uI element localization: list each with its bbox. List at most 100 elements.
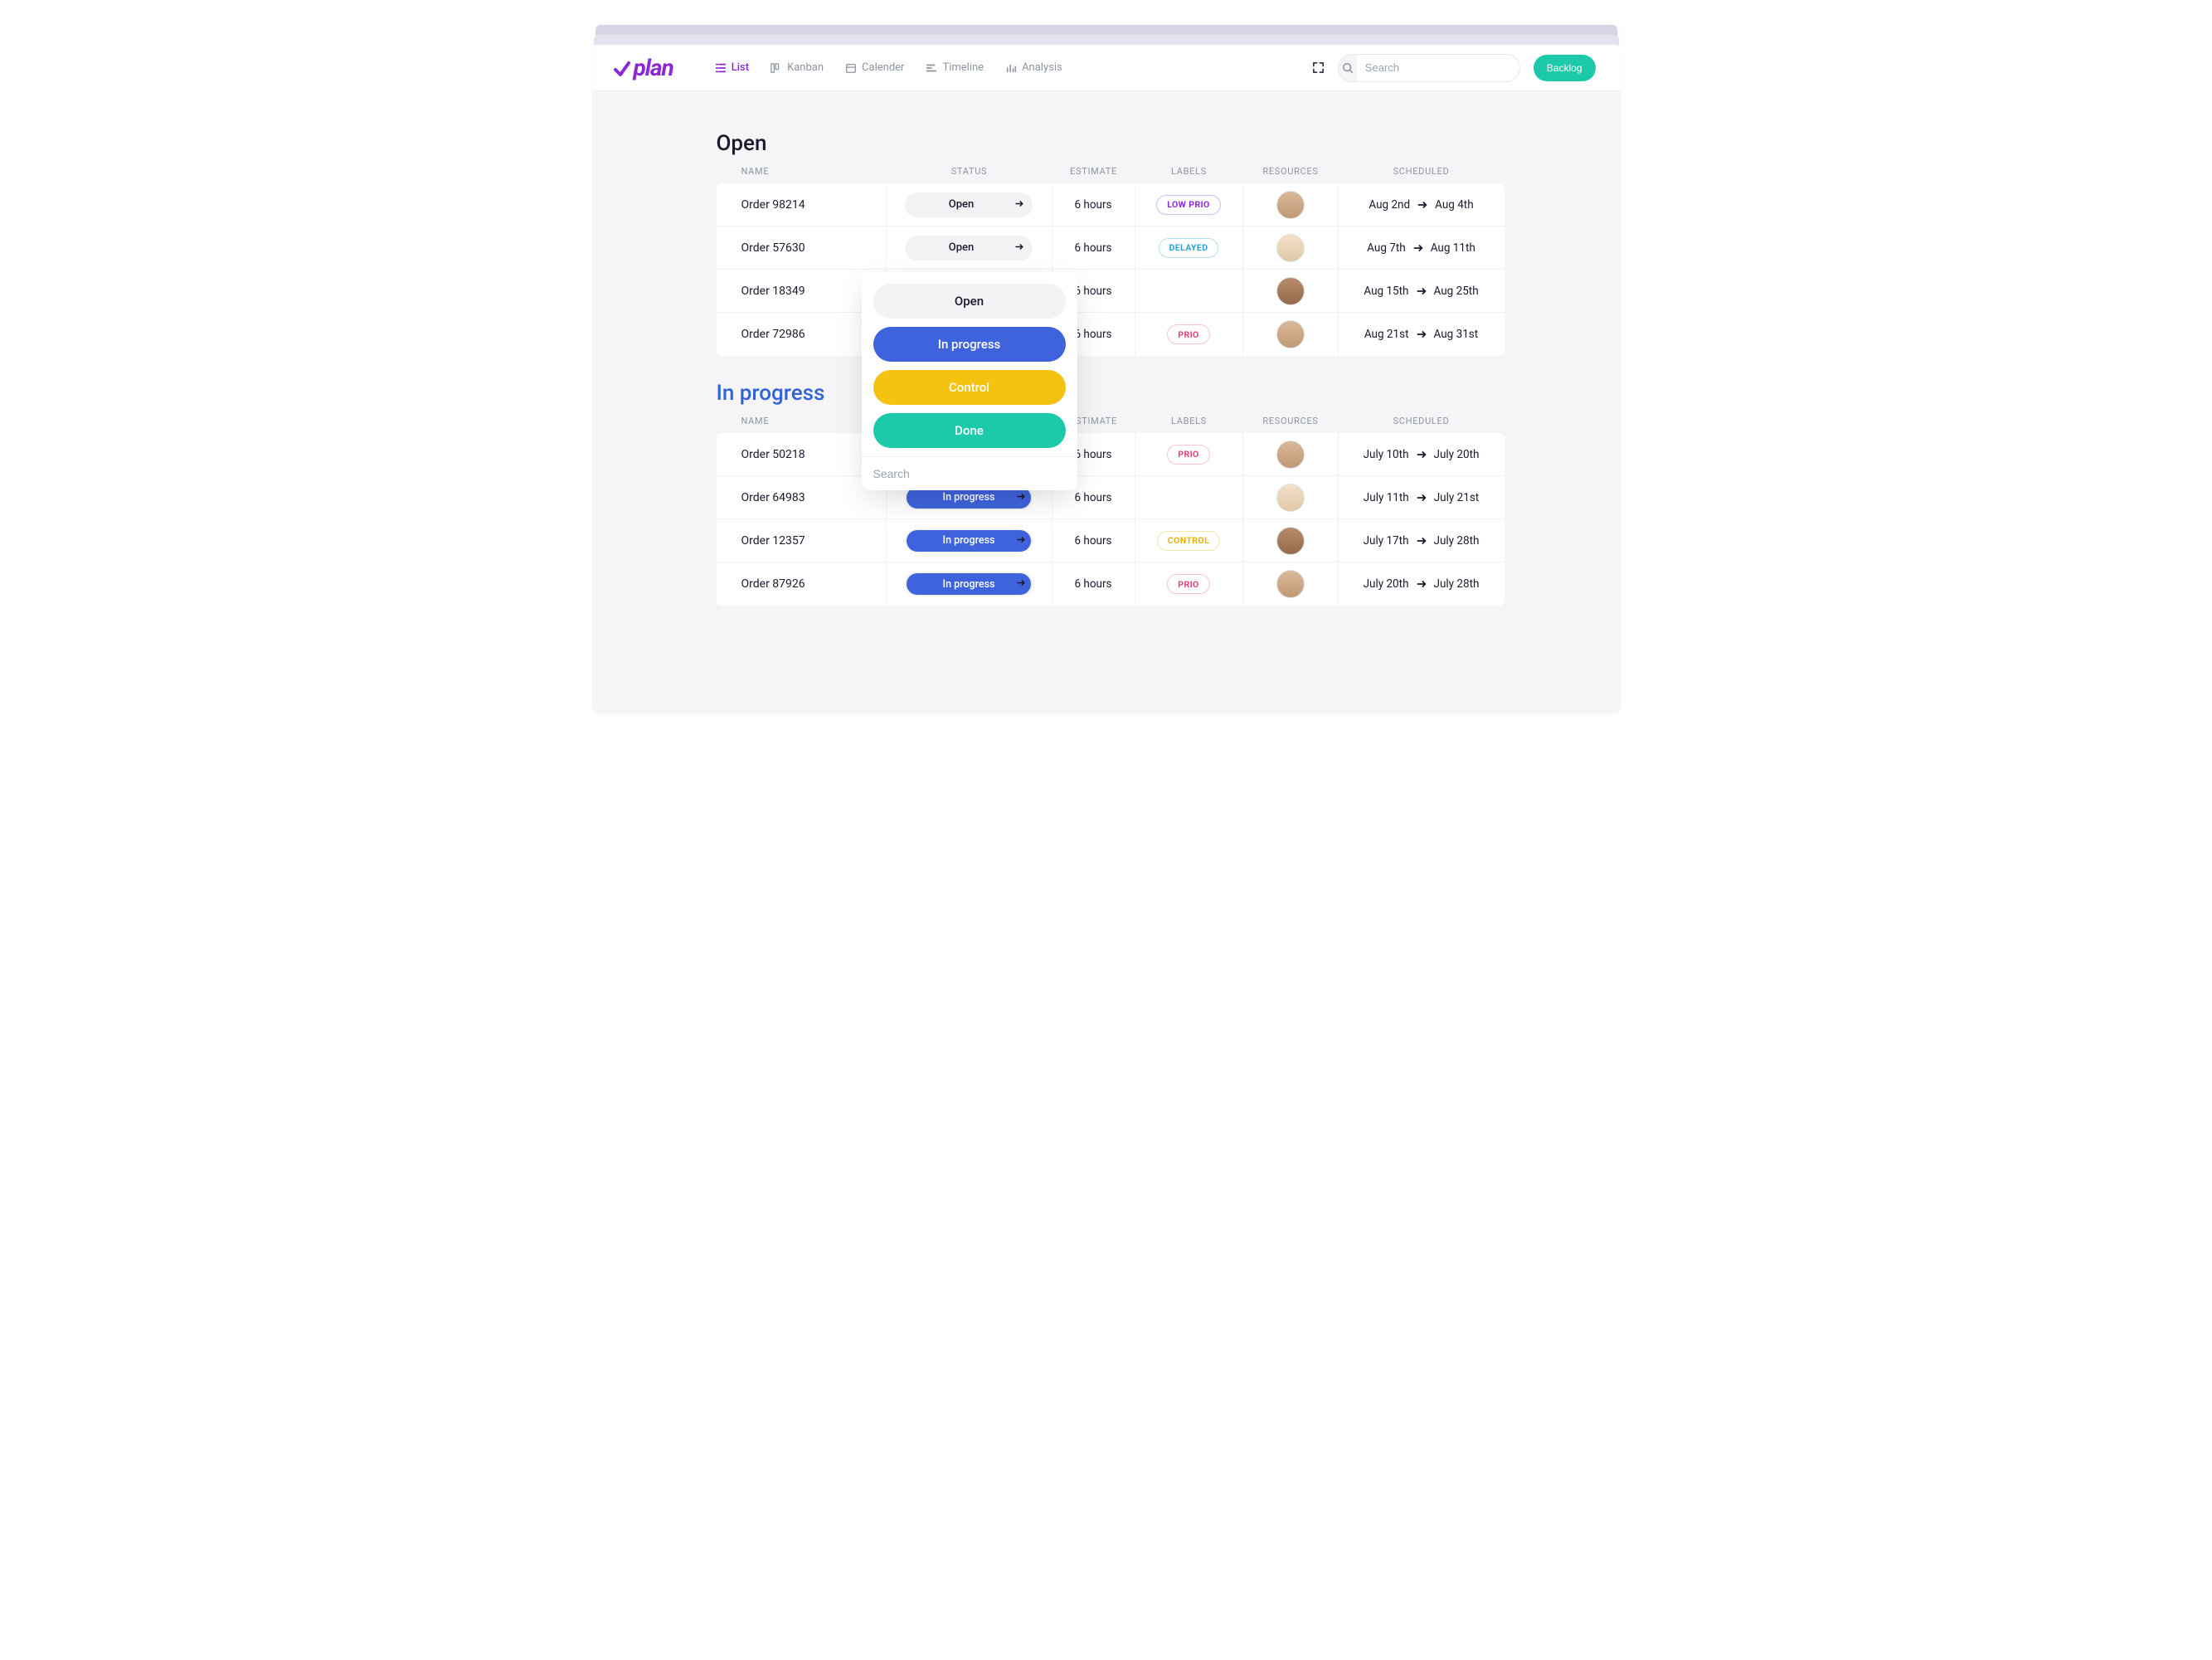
status-chip[interactable]: In progress <box>905 572 1033 596</box>
status-popover: Open In progress Control Done <box>862 272 1077 490</box>
table-header-open: NAME STATUS ESTIMATE LABELS RESOURCES SC… <box>717 166 1587 183</box>
popover-search-input[interactable] <box>862 457 1077 490</box>
cell-resources <box>1243 562 1339 606</box>
arrow-right-icon <box>1416 329 1427 339</box>
cell-name: Order 57630 <box>717 226 887 269</box>
cell-resources <box>1243 433 1339 475</box>
avatar[interactable] <box>1276 570 1305 598</box>
cell-estimate: 6 hours <box>1053 562 1135 606</box>
tab-kanban[interactable]: Kanban <box>767 56 827 79</box>
cell-scheduled: Aug 15thAug 25th <box>1339 270 1505 312</box>
cell-labels: DELAYED <box>1135 226 1243 269</box>
col-estimate: ESTIMATE <box>1053 166 1135 177</box>
search-input[interactable] <box>1357 61 1519 74</box>
avatar[interactable] <box>1276 234 1305 262</box>
scheduled-end: Aug 4th <box>1435 198 1474 212</box>
table-row[interactable]: Order 18349Open6 hoursAug 15thAug 25th <box>717 270 1505 313</box>
cell-scheduled: July 10thJuly 20th <box>1339 433 1505 475</box>
analysis-icon <box>1005 62 1017 74</box>
status-option-done[interactable]: Done <box>873 413 1066 448</box>
table-row[interactable]: Order 72986Open6 hoursPRIOAug 21stAug 31… <box>717 313 1505 356</box>
table-header-inprogress: NAME STATUS ESTIMATE LABELS RESOURCES SC… <box>717 416 1587 433</box>
scheduled-end: Aug 11th <box>1431 241 1475 255</box>
status-option-open[interactable]: Open <box>873 284 1066 319</box>
backlog-button[interactable]: Backlog <box>1534 55 1596 81</box>
arrow-right-icon <box>1014 200 1024 210</box>
status-chip-label: Open <box>905 198 1033 211</box>
cell-labels: PRIO <box>1135 313 1243 356</box>
cell-labels: LOW PRIO <box>1135 183 1243 226</box>
status-chip[interactable]: Open <box>905 236 1033 260</box>
calendar-icon <box>845 62 857 74</box>
table-open: Order 98214Open6 hoursLOW PRIOAug 2ndAug… <box>717 183 1505 356</box>
cell-resources <box>1243 313 1339 356</box>
table-row[interactable]: Order 50218In progress6 hoursPRIOJuly 10… <box>717 433 1505 476</box>
cell-name: Order 18349 <box>717 270 887 312</box>
table-row[interactable]: Order 12357In progress6 hoursCONTROLJuly… <box>717 519 1505 562</box>
table-row[interactable]: Order 98214Open6 hoursLOW PRIOAug 2ndAug… <box>717 183 1505 226</box>
table-row[interactable]: Order 87926In progress6 hoursPRIOJuly 20… <box>717 562 1505 606</box>
col-resources: RESOURCES <box>1243 166 1339 177</box>
label-pill[interactable]: PRIO <box>1167 324 1209 344</box>
avatar[interactable] <box>1276 320 1305 348</box>
scheduled-end: July 28th <box>1434 577 1480 591</box>
cell-labels: PRIO <box>1135 433 1243 475</box>
arrow-right-icon <box>1416 286 1427 296</box>
expand-icon[interactable] <box>1312 61 1325 74</box>
tab-kanban-label: Kanban <box>787 61 824 74</box>
scheduled-start: July 17th <box>1364 534 1409 548</box>
cell-resources <box>1243 476 1339 518</box>
label-pill[interactable]: PRIO <box>1167 574 1209 594</box>
label-pill[interactable]: DELAYED <box>1159 238 1219 258</box>
tab-analysis[interactable]: Analysis <box>1002 56 1066 79</box>
tab-calender[interactable]: Calender <box>842 56 907 79</box>
col-scheduled: SCHEDULED <box>1339 416 1505 426</box>
scheduled-start: Aug 21st <box>1364 328 1409 341</box>
search-icon <box>1339 55 1357 81</box>
cell-labels: CONTROL <box>1135 519 1243 562</box>
arrow-right-icon <box>1416 536 1427 546</box>
col-name: NAME <box>717 166 887 177</box>
table-row[interactable]: Order 64983In progress6 hoursJuly 11thJu… <box>717 476 1505 519</box>
cell-labels <box>1135 476 1243 518</box>
status-chip[interactable]: In progress <box>905 528 1033 553</box>
avatar[interactable] <box>1276 191 1305 219</box>
label-pill[interactable]: CONTROL <box>1157 531 1220 551</box>
cell-resources <box>1243 226 1339 269</box>
scheduled-end: July 28th <box>1434 534 1480 548</box>
cell-scheduled: July 20thJuly 28th <box>1339 562 1505 606</box>
search-box <box>1338 54 1520 82</box>
tab-list[interactable]: List <box>712 56 752 79</box>
scheduled-start: Aug 7th <box>1367 241 1406 255</box>
status-chip-label: Open <box>905 241 1033 254</box>
col-labels: LABELS <box>1135 166 1243 177</box>
cell-resources <box>1243 519 1339 562</box>
cell-name: Order 98214 <box>717 183 887 226</box>
section-title-open: Open <box>717 131 1587 156</box>
scheduled-start: Aug 15th <box>1364 285 1408 298</box>
avatar[interactable] <box>1276 441 1305 469</box>
cell-scheduled: Aug 21stAug 31st <box>1339 313 1505 356</box>
scheduled-start: July 10th <box>1364 448 1409 461</box>
label-pill[interactable]: PRIO <box>1167 445 1209 465</box>
table-row[interactable]: Order 57630Open6 hoursDELAYEDAug 7thAug … <box>717 226 1505 270</box>
tab-analysis-label: Analysis <box>1022 61 1062 74</box>
section-title-inprogress: In progress <box>717 381 1587 406</box>
status-chip-label: In progress <box>907 530 1031 552</box>
status-option-control[interactable]: Control <box>873 370 1066 405</box>
status-option-inprogress[interactable]: In progress <box>873 327 1066 362</box>
status-chip[interactable]: Open <box>905 192 1033 217</box>
table-inprogress: Order 50218In progress6 hoursPRIOJuly 10… <box>717 433 1505 606</box>
avatar[interactable] <box>1276 277 1305 305</box>
cell-estimate: 6 hours <box>1053 519 1135 562</box>
col-status: STATUS <box>887 166 1053 177</box>
label-pill[interactable]: LOW PRIO <box>1156 195 1220 215</box>
cell-status: In progress <box>887 519 1053 562</box>
cell-status: In progress <box>887 562 1053 606</box>
cell-resources <box>1243 270 1339 312</box>
tab-timeline[interactable]: Timeline <box>922 56 987 79</box>
arrow-right-icon <box>1416 450 1427 460</box>
brand-logo: plan <box>612 54 673 81</box>
avatar[interactable] <box>1276 527 1305 555</box>
avatar[interactable] <box>1276 484 1305 512</box>
